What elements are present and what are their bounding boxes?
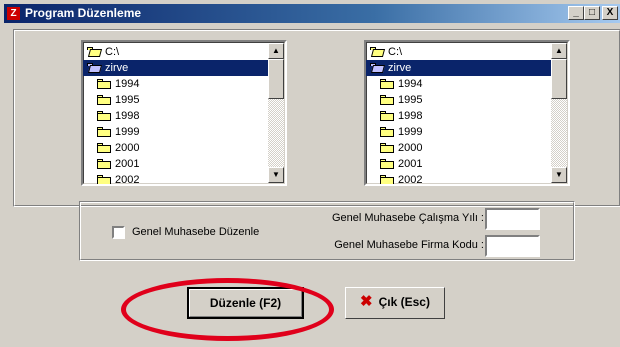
source-directory-list[interactable]: C:\ zirve 1994 1995 1998 1999 2000 2001 2002 ▲ ▼ bbox=[81, 40, 287, 186]
directory-item-label: C:\ bbox=[388, 46, 403, 58]
app-icon[interactable]: Z bbox=[7, 7, 20, 20]
directory-item[interactable]: 1995 bbox=[83, 92, 268, 108]
directory-item[interactable]: 1994 bbox=[83, 76, 268, 92]
directory-item-label: 2002 bbox=[115, 174, 140, 186]
maximize-button[interactable]: □ bbox=[584, 6, 600, 20]
exit-button[interactable]: ✖ Çık (Esc) bbox=[345, 287, 445, 319]
window-title: Program Düzenleme bbox=[25, 6, 142, 20]
highlight-oval bbox=[121, 278, 334, 341]
directory-item-label: 1998 bbox=[115, 110, 140, 122]
open-folder-icon bbox=[370, 47, 384, 57]
edit-ledger-checkbox[interactable] bbox=[112, 226, 125, 239]
directory-item[interactable]: C:\ bbox=[83, 44, 268, 60]
directory-item-label: 1995 bbox=[115, 94, 140, 106]
directory-group: C:\ zirve 1994 1995 1998 1999 2000 2001 2002 ▲ ▼… bbox=[13, 29, 620, 207]
folder-icon bbox=[97, 95, 111, 105]
directory-item-label: 1999 bbox=[115, 126, 140, 138]
directory-item-label: 2002 bbox=[398, 174, 423, 186]
directory-item-label: 1995 bbox=[398, 94, 423, 106]
directory-item-label: 2000 bbox=[115, 142, 140, 154]
directory-item[interactable]: zirve bbox=[83, 60, 268, 76]
folder-icon bbox=[380, 175, 394, 184]
folder-icon bbox=[97, 111, 111, 121]
scroll-down-button[interactable]: ▼ bbox=[551, 167, 567, 183]
folder-icon bbox=[97, 143, 111, 153]
firm-code-label: Genel Muhasebe Firma Kodu : bbox=[334, 239, 484, 251]
scroll-thumb[interactable] bbox=[268, 59, 284, 99]
folder-icon bbox=[380, 127, 394, 137]
scroll-up-button[interactable]: ▲ bbox=[551, 43, 567, 59]
directory-item[interactable]: 2001 bbox=[366, 156, 551, 172]
directory-item[interactable]: 2001 bbox=[83, 156, 268, 172]
close-button[interactable]: X bbox=[602, 6, 618, 20]
target-directory-list[interactable]: C:\ zirve 1994 1995 1998 1999 2000 2001 2002 ▲ ▼ bbox=[364, 40, 570, 186]
directory-item[interactable]: 1998 bbox=[366, 108, 551, 124]
directory-item-label: 2000 bbox=[398, 142, 423, 154]
scroll-thumb[interactable] bbox=[551, 59, 567, 99]
directory-item[interactable]: 2002 bbox=[83, 172, 268, 186]
directory-item[interactable]: 2002 bbox=[366, 172, 551, 186]
year-label: Genel Muhasebe Çalışma Yılı : bbox=[331, 212, 484, 224]
directory-item-label: 1994 bbox=[398, 78, 423, 90]
title-bar[interactable]: Z Program Düzenleme _ □ X bbox=[4, 4, 620, 23]
directory-item[interactable]: C:\ bbox=[366, 44, 551, 60]
folder-icon bbox=[380, 79, 394, 89]
year-field[interactable] bbox=[485, 208, 540, 230]
open-folder-icon bbox=[370, 63, 384, 73]
scroll-down-button[interactable]: ▼ bbox=[268, 167, 284, 183]
folder-icon bbox=[97, 79, 111, 89]
directory-item[interactable]: 1999 bbox=[366, 124, 551, 140]
open-folder-icon bbox=[87, 47, 101, 57]
close-x-icon: ✖ bbox=[360, 293, 373, 310]
directory-item[interactable]: 2000 bbox=[366, 140, 551, 156]
folder-icon bbox=[380, 159, 394, 169]
directory-item[interactable]: 1999 bbox=[83, 124, 268, 140]
folder-icon bbox=[97, 127, 111, 137]
directory-item-label: 2001 bbox=[115, 158, 140, 170]
directory-item-label: zirve bbox=[388, 62, 412, 74]
directory-item-label: 2001 bbox=[398, 158, 423, 170]
folder-icon bbox=[97, 159, 111, 169]
folder-icon bbox=[380, 111, 394, 121]
directory-item-label: 1998 bbox=[398, 110, 423, 122]
directory-item-label: 1994 bbox=[115, 78, 140, 90]
folder-icon bbox=[97, 175, 111, 184]
directory-item-label: zirve bbox=[105, 62, 129, 74]
vertical-scrollbar[interactable]: ▲ ▼ bbox=[551, 43, 567, 183]
minimize-button[interactable]: _ bbox=[568, 6, 584, 20]
vertical-scrollbar[interactable]: ▲ ▼ bbox=[268, 43, 284, 183]
directory-item[interactable]: 1994 bbox=[366, 76, 551, 92]
directory-item[interactable]: 1995 bbox=[366, 92, 551, 108]
directory-item-label: 1999 bbox=[398, 126, 423, 138]
options-group: Genel Muhasebe Düzenle Genel Muhasebe Ça… bbox=[79, 201, 575, 261]
open-folder-icon bbox=[87, 63, 101, 73]
firm-code-field[interactable] bbox=[485, 235, 540, 257]
folder-icon bbox=[380, 95, 394, 105]
edit-ledger-label[interactable]: Genel Muhasebe Düzenle bbox=[132, 225, 259, 240]
exit-button-label: Çık (Esc) bbox=[378, 295, 430, 309]
directory-item-label: C:\ bbox=[105, 46, 120, 58]
directory-item[interactable]: 2000 bbox=[83, 140, 268, 156]
directory-item[interactable]: 1998 bbox=[83, 108, 268, 124]
scroll-up-button[interactable]: ▲ bbox=[268, 43, 284, 59]
directory-item[interactable]: zirve bbox=[366, 60, 551, 76]
folder-icon bbox=[380, 143, 394, 153]
